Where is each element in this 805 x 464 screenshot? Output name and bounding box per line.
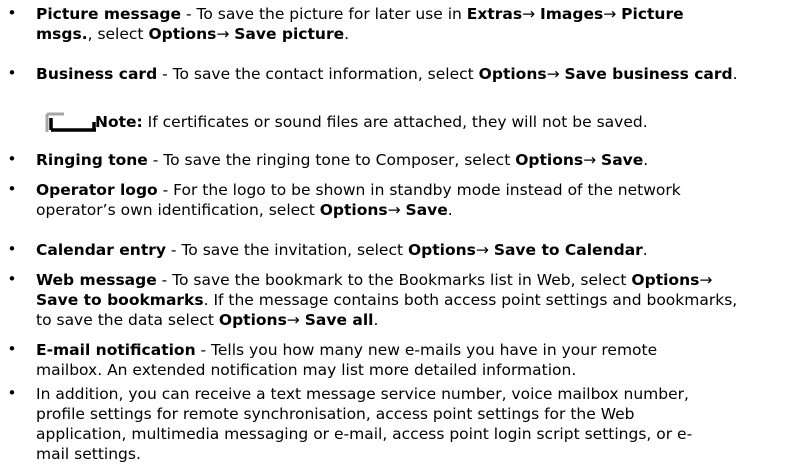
text-run: profile settings for remote synchronisat… [36, 405, 635, 423]
note-icon [45, 112, 96, 132]
text-run: - To save the picture for later use in [181, 5, 467, 23]
text-run: . [344, 25, 350, 43]
bold-text: Save to Calendar [493, 241, 643, 259]
text-run: . [732, 65, 738, 83]
text-line: Ringing tone - To save the ringing tone … [36, 150, 648, 170]
bullet-dot: • [7, 340, 17, 358]
bold-text: Save [601, 151, 644, 169]
bold-text: Options [631, 271, 700, 289]
text-run: - To save the ringing tone to Composer, … [147, 151, 516, 169]
text-run: - To save the invitation, select [166, 241, 408, 259]
bold-text: Options [515, 151, 584, 169]
text-run: - To save the contact information, selec… [157, 65, 479, 83]
bold-text: Options [148, 25, 217, 43]
bullet-dot: • [7, 240, 17, 258]
bullet-dot: • [7, 64, 17, 82]
text-line: Operator logo - For the logo to be shown… [36, 180, 681, 200]
text-line: Calendar entry - To save the invitation,… [36, 240, 648, 260]
text-run: application, multimedia messaging or e-m… [36, 425, 693, 443]
text-line: application, multimedia messaging or e-m… [36, 424, 692, 444]
text-run: . [643, 151, 649, 169]
bold-text: Web message [36, 271, 157, 289]
text-line: In addition, you can receive a text mess… [36, 384, 689, 404]
bold-text: E-mail notification [36, 341, 196, 359]
bold-text: Ringing tone [36, 151, 148, 169]
bullet-dot: • [7, 270, 17, 288]
bold-text: Save to bookmarks [36, 291, 204, 309]
text-line: mailbox. An extended notification may li… [36, 360, 576, 380]
text-run: → [583, 151, 602, 169]
text-run: - For the logo to be shown in standby mo… [157, 181, 681, 199]
bold-text: msgs. [36, 25, 88, 43]
document-page: • Picture message - To save the picture f… [0, 0, 805, 463]
bullet-dot: • [7, 150, 17, 168]
text-run: → [475, 241, 494, 259]
text-line: profile settings for remote synchronisat… [36, 404, 634, 424]
text-run: - Tells you how many new e-mails you hav… [195, 341, 658, 359]
text-run: . If the message contains both access po… [203, 291, 738, 309]
text-run: mailbox. An extended notification may li… [36, 361, 577, 379]
text-run: to save the data select [36, 311, 219, 329]
bold-text: Options [407, 241, 476, 259]
bold-text: Picture message [36, 5, 182, 23]
text-line: Picture message - To save the picture fo… [36, 4, 684, 24]
text-run: - To save the bookmark to the Bookmarks … [156, 271, 632, 289]
text-run: → [286, 311, 305, 329]
text-run: In addition, you can receive a text mess… [36, 385, 689, 403]
note-label: Note: [95, 113, 143, 131]
bold-text: Picture [621, 5, 684, 23]
text-line: Save to bookmarks. If the message contai… [36, 290, 737, 310]
text-run: → [522, 5, 541, 23]
bullet-dot: • [7, 384, 17, 402]
note-body: If certificates or sound files are attac… [142, 113, 648, 131]
bold-text: Business card [36, 65, 158, 83]
text-line: msgs., select Options→ Save picture. [36, 24, 349, 44]
bold-text: Extras [466, 5, 523, 23]
bold-text: Calendar entry [36, 241, 166, 259]
bold-text: Save picture [234, 25, 345, 43]
text-run: . [373, 311, 379, 329]
text-line: E-mail notification - Tells you how many… [36, 340, 657, 360]
text-run: → [387, 201, 406, 219]
text-line: Web message - To save the bookmark to th… [36, 270, 712, 290]
bold-text: Options [218, 311, 287, 329]
text-run: . [642, 241, 648, 259]
bold-text: Save all [304, 311, 374, 329]
text-run: operator’s own identification, select [36, 201, 320, 219]
text-line: Business card - To save the contact info… [36, 64, 738, 84]
text-line: mail settings. [36, 444, 141, 464]
text-run: . [447, 201, 453, 219]
bullet-dot: • [7, 4, 17, 22]
note-text: Note: If certificates or sound files are… [95, 112, 648, 132]
text-run: → [216, 25, 235, 43]
text-run: → [546, 65, 565, 83]
bold-text: Images [540, 5, 604, 23]
text-run: , select [87, 25, 149, 43]
text-line: operator’s own identification, select Op… [36, 200, 453, 220]
text-line: to save the data select Options→ Save al… [36, 310, 378, 330]
text-run: → [699, 271, 713, 289]
bold-text: Options [319, 201, 388, 219]
bold-text: Operator logo [36, 181, 158, 199]
bold-text: Options [478, 65, 547, 83]
text-run: mail settings. [36, 445, 141, 463]
bold-text: Save business card [564, 65, 733, 83]
bullet-dot: • [7, 180, 17, 198]
text-run: → [603, 5, 622, 23]
bold-text: Save [405, 201, 448, 219]
